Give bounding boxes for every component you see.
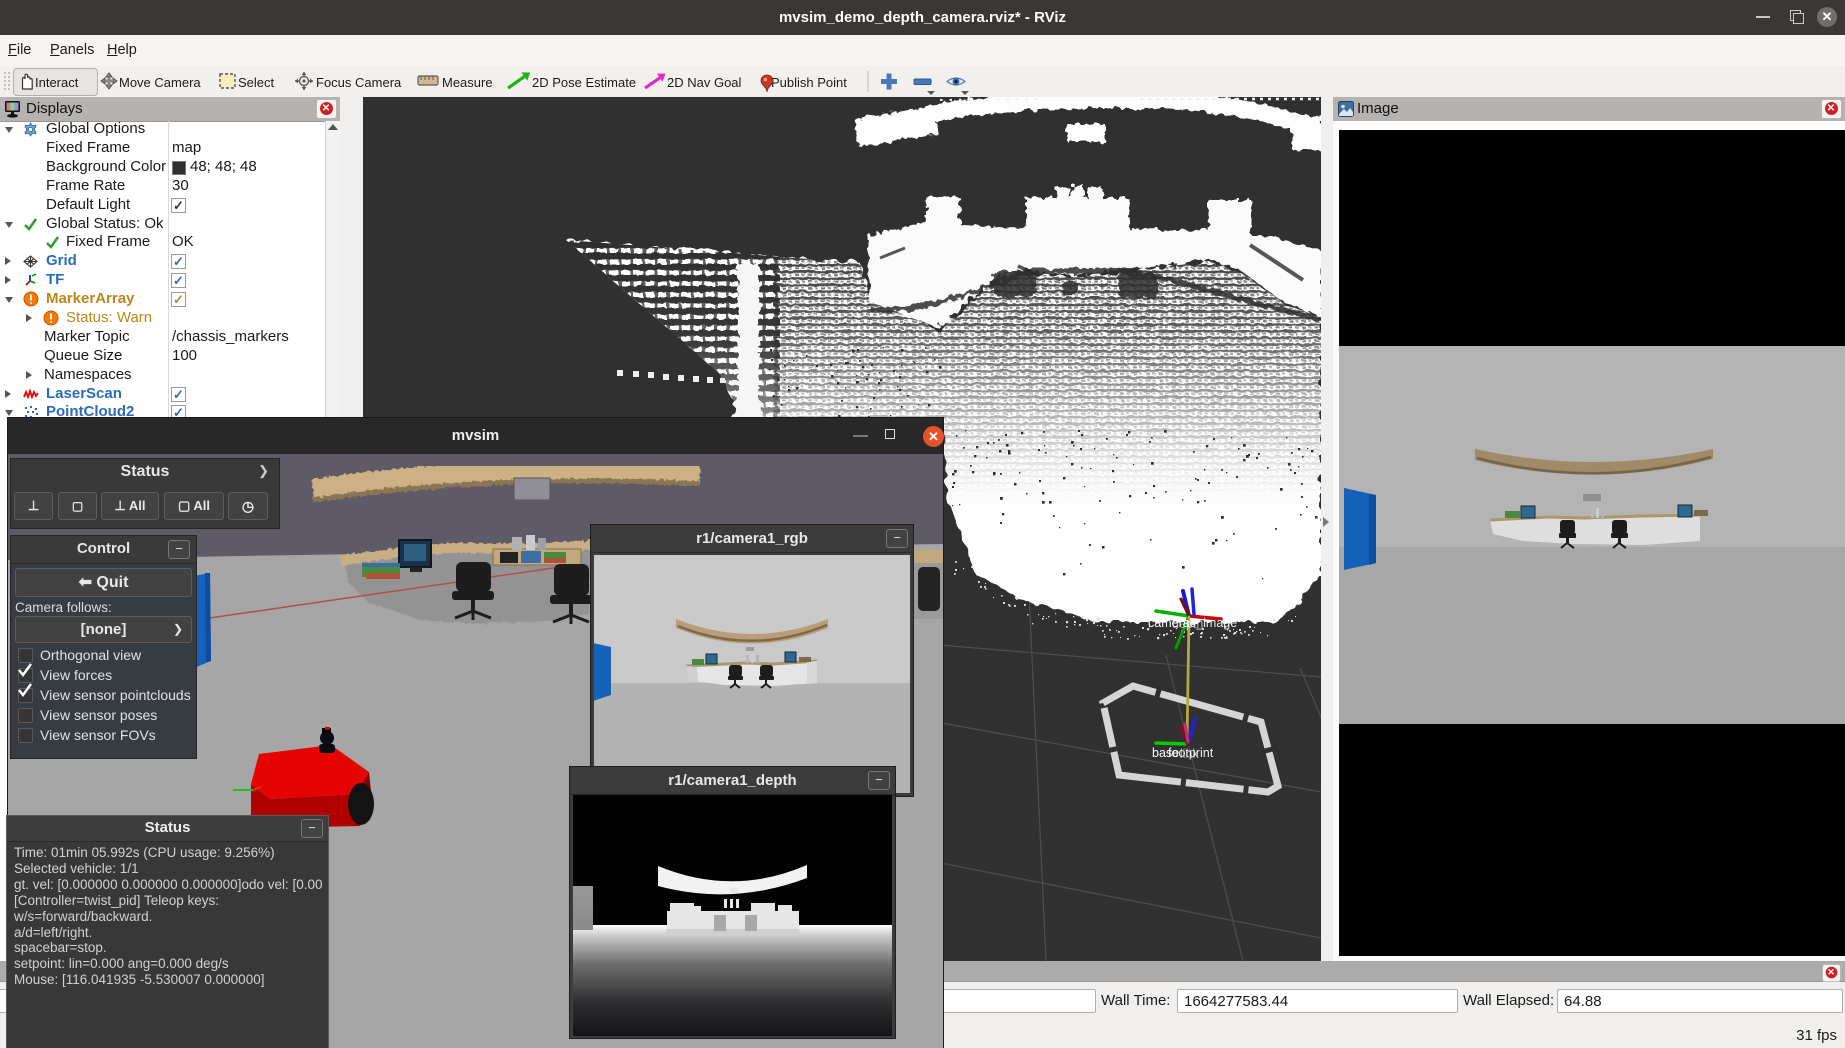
svg-text:depth: depth xyxy=(1172,617,1203,631)
svg-text:link: link xyxy=(1180,747,1200,761)
